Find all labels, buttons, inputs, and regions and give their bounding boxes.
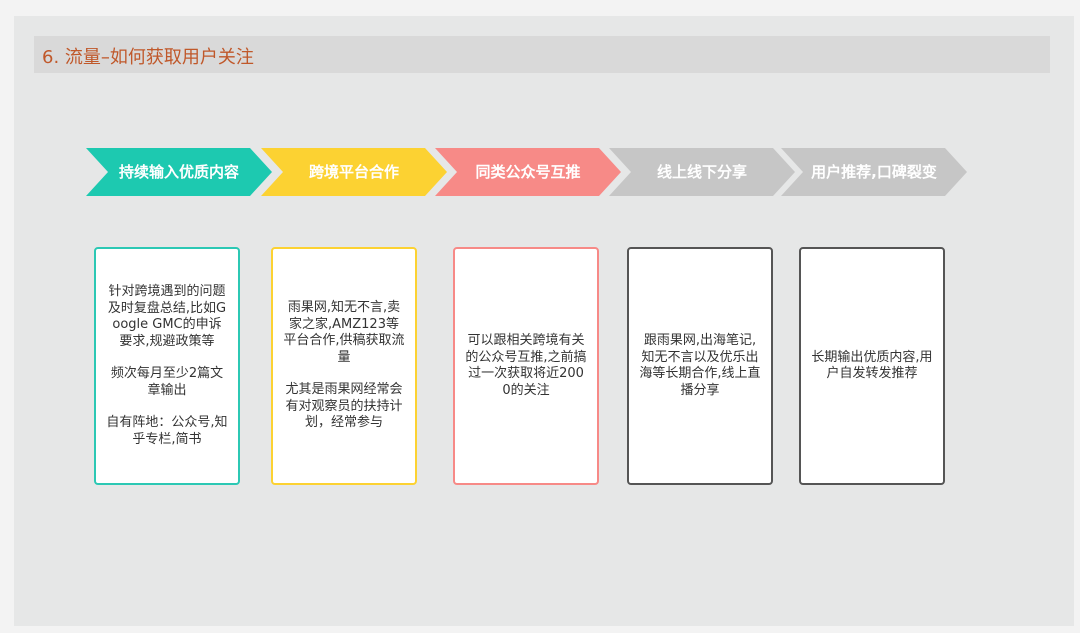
card-text: 尤其是雨果网经常会有对观察员的扶持计划，经常参与	[285, 382, 403, 431]
step-chevron-3: 同类公众号互推	[435, 148, 621, 196]
card-content: 针对跨境遇到的问题及时复盘总结,比如Google GMC的申诉要求,规避政策等 …	[94, 247, 240, 485]
card-text: 自有阵地：公众号,知乎专栏,简书	[106, 415, 228, 447]
card-text: 跟雨果网,出海笔记,知无不言以及优乐出海等长期合作,线上直播分享	[639, 333, 761, 398]
card-text: 雨果网,知无不言,卖家之家,AMZ123等平台合作,供稿获取流量	[283, 300, 405, 365]
step-chevron-2: 跨境平台合作	[261, 148, 447, 196]
step-chevron-1: 持续输入优质内容	[86, 148, 272, 196]
card-text: 频次每月至少2篇文章输出	[110, 366, 224, 398]
step-chevron-4: 线上线下分享	[609, 148, 795, 196]
card-text: 针对跨境遇到的问题及时复盘总结,比如Google GMC的申诉要求,规避政策等	[107, 284, 227, 349]
step-label: 用户推荐,口碑裂变	[811, 162, 937, 181]
card-text: 长期输出优质内容,用户自发转发推荐	[811, 349, 933, 382]
step-chevron-5: 用户推荐,口碑裂变	[781, 148, 967, 196]
card-word-of-mouth: 长期输出优质内容,用户自发转发推荐	[799, 247, 945, 485]
step-label: 线上线下分享	[656, 162, 747, 181]
page-title: 6. 流量–如何获取用户关注	[42, 47, 254, 68]
card-sharing: 跟雨果网,出海笔记,知无不言以及优乐出海等长期合作,线上直播分享	[627, 247, 773, 485]
card-platform: 雨果网,知无不言,卖家之家,AMZ123等平台合作,供稿获取流量 尤其是雨果网经…	[271, 247, 417, 485]
card-text: 可以跟相关跨境有关的公众号互推,之前搞过一次获取将近2000的关注	[465, 333, 587, 398]
step-label: 持续输入优质内容	[118, 162, 239, 181]
title-bar: 6. 流量–如何获取用户关注	[34, 36, 1050, 73]
step-label: 跨境平台合作	[308, 162, 399, 181]
step-label: 同类公众号互推	[475, 162, 581, 181]
card-cross-promo: 可以跟相关跨境有关的公众号互推,之前搞过一次获取将近2000的关注	[453, 247, 599, 485]
